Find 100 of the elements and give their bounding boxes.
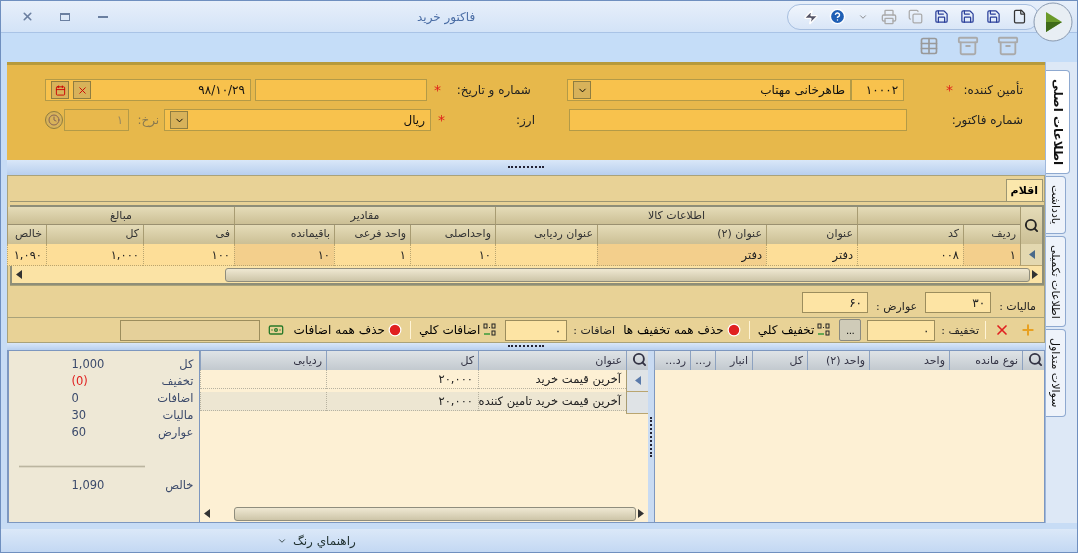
input-field[interactable] xyxy=(254,79,427,101)
splitter-grip[interactable] xyxy=(508,166,544,169)
field-label: عوارض : xyxy=(876,300,918,313)
remove-additions-button[interactable]: حذف همه اضافات xyxy=(291,319,404,341)
input-field[interactable]: ۱۰۰۰۲ xyxy=(851,79,905,101)
column-header[interactable]: عنوان ردیابی xyxy=(495,225,597,244)
column-header[interactable]: واحد xyxy=(869,351,949,370)
input-field[interactable]: ۰ xyxy=(505,319,568,341)
table-cell: دفتر xyxy=(597,244,766,266)
scroll-left-icon[interactable] xyxy=(16,270,22,279)
scroll-left-icon[interactable] xyxy=(204,509,211,518)
date-field[interactable]: ۹۸/۱۰/۲۹ xyxy=(45,79,251,101)
decimal-icon xyxy=(817,323,832,337)
column-header[interactable]: کل xyxy=(326,351,478,370)
input-field[interactable]: ۶۰ xyxy=(802,292,869,313)
column-header[interactable]: عنوان xyxy=(478,351,626,370)
column-header[interactable]: انبار xyxy=(715,351,752,370)
table-cell: ۰۰۸ xyxy=(857,244,963,266)
row-indicator[interactable] xyxy=(1020,244,1042,266)
clock-icon[interactable] xyxy=(45,111,63,129)
column-header[interactable]: ردیف xyxy=(963,225,1020,244)
column-header[interactable]: کل xyxy=(46,225,143,244)
table-cell: آخرین قیمت خرید xyxy=(478,370,626,389)
items-tab[interactable]: اقلام xyxy=(1005,179,1043,201)
dropdown-icon[interactable] xyxy=(170,111,188,129)
flash-icon[interactable] xyxy=(802,7,820,26)
column-header[interactable]: واحد فرعی xyxy=(334,225,410,244)
column-header[interactable]: عنوان xyxy=(766,225,857,244)
column-header[interactable]: خالص xyxy=(7,225,46,244)
field-label: مالیات : xyxy=(999,300,1036,313)
row-indicator[interactable] xyxy=(626,392,648,414)
column-header[interactable]: عنوان (۲) xyxy=(597,225,766,244)
column-header[interactable]: واحداصلی xyxy=(410,225,495,244)
input-field[interactable] xyxy=(568,109,907,131)
input-field[interactable] xyxy=(119,319,260,341)
combo-field[interactable]: ریال xyxy=(164,109,431,131)
delete-icon[interactable] xyxy=(994,322,1010,338)
table-cell: ۱۰ xyxy=(234,244,334,266)
summary-value: 0 xyxy=(71,391,80,407)
table-cell: دفتر xyxy=(766,244,857,266)
combo-field[interactable]: طاهرخانی مهتاب xyxy=(567,79,852,101)
discount-all-button[interactable]: تخفیف کلي xyxy=(755,319,834,341)
ban-icon xyxy=(726,323,741,337)
side-tab[interactable]: اطلاعات تکمیلی xyxy=(1046,235,1066,328)
splitter-grip[interactable] xyxy=(508,345,544,348)
copy-icon[interactable] xyxy=(906,7,924,26)
minimize-icon[interactable] xyxy=(98,15,108,18)
table-cell: ۱ xyxy=(963,244,1020,266)
table-cell: ۱,۰۹۰ xyxy=(7,244,46,266)
close-icon[interactable] xyxy=(20,10,34,23)
scroll-right-icon[interactable] xyxy=(638,509,644,518)
addition-all-button[interactable]: اضافات کلي xyxy=(416,319,500,341)
column-header[interactable]: نوع مانده xyxy=(949,351,1022,370)
required-mark: * xyxy=(437,112,445,128)
field-label: نرخ: xyxy=(136,113,160,127)
side-tab[interactable]: سوالات متداول xyxy=(1046,329,1066,417)
input-field: ۱ xyxy=(64,109,130,131)
search-icon[interactable] xyxy=(1024,218,1039,233)
clear-icon[interactable] xyxy=(73,81,91,99)
browse-button[interactable]: ... xyxy=(839,319,862,341)
help-icon[interactable] xyxy=(828,7,846,26)
input-field[interactable]: ۰ xyxy=(867,319,936,341)
field-label: اضافات : xyxy=(573,323,616,337)
money-icon[interactable] xyxy=(267,322,284,338)
column-group-header: مقادیر xyxy=(234,207,495,225)
column-header[interactable]: باقیمانده xyxy=(234,225,334,244)
remove-discounts-button[interactable]: حذف همه تخفیف ها xyxy=(621,319,743,341)
scrollbar-thumb[interactable] xyxy=(233,506,636,521)
field-label: شماره فاکتور: xyxy=(953,113,1023,127)
save-icon[interactable] xyxy=(958,7,976,26)
table-cell: ۱ xyxy=(334,244,410,266)
column-header[interactable]: رد... xyxy=(654,351,690,370)
column-header[interactable]: ردیابی xyxy=(200,351,326,370)
scroll-right-icon[interactable] xyxy=(1032,270,1038,279)
print-icon[interactable] xyxy=(880,7,898,26)
decimal-icon xyxy=(483,323,498,337)
dropdown-icon[interactable] xyxy=(573,81,592,99)
summary-value: 30 xyxy=(71,408,88,424)
side-tab[interactable]: اطلاعات اصلی xyxy=(1046,70,1070,175)
table-cell: ۱,۰۰۰ xyxy=(46,244,143,266)
column-header[interactable]: کل xyxy=(752,351,807,370)
scrollbar-thumb[interactable] xyxy=(225,267,1030,282)
maximize-icon[interactable] xyxy=(60,12,70,21)
summary-value: (0) xyxy=(71,374,89,390)
column-header[interactable]: ر... xyxy=(690,351,715,370)
table-cell: آخرین قیمت خرید تامین کننده xyxy=(478,392,626,411)
color-guide-button[interactable]: راهنماي رنگ xyxy=(271,532,362,549)
search-icon[interactable] xyxy=(1028,352,1043,367)
summary-label: عوارض xyxy=(156,425,194,441)
calendar-icon[interactable] xyxy=(51,81,69,99)
table-cell: ۲۰,۰۰۰ xyxy=(326,370,478,389)
save-icon[interactable] xyxy=(932,7,950,26)
input-field[interactable]: ۳۰ xyxy=(925,292,992,313)
column-header[interactable]: کد xyxy=(857,225,963,244)
side-tab[interactable]: یادداشت xyxy=(1046,176,1066,234)
required-mark: * xyxy=(432,82,441,98)
save-icon[interactable] xyxy=(984,7,1002,26)
column-header[interactable]: واحد (۲) xyxy=(807,351,869,370)
search-icon[interactable] xyxy=(632,352,647,367)
column-header[interactable]: فی xyxy=(143,225,234,244)
